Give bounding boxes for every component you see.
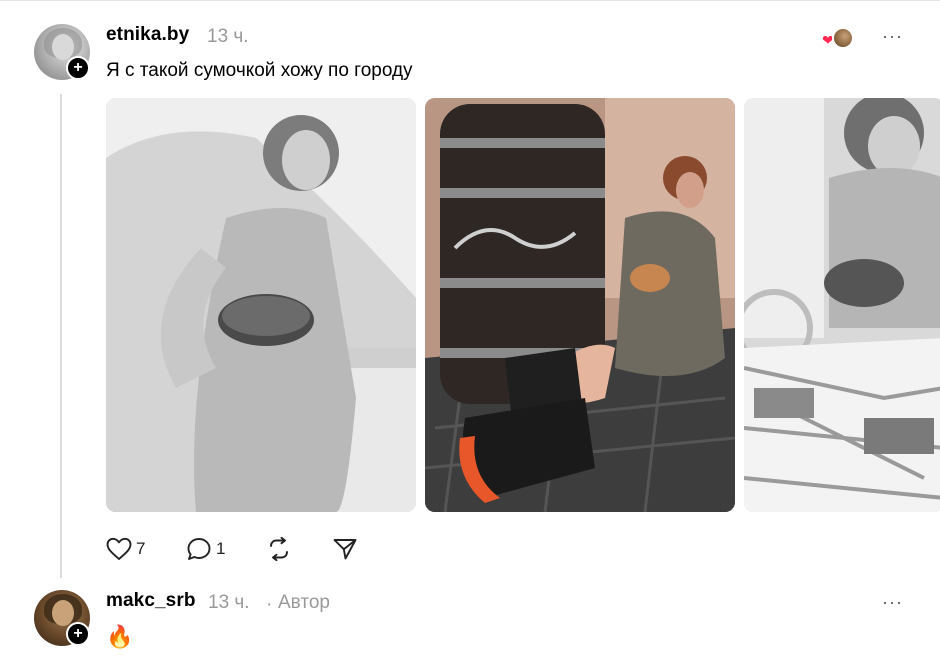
heart-outline-icon: [106, 537, 132, 560]
post-photo-2[interactable]: [425, 98, 735, 512]
repost-icon: [270, 537, 288, 561]
post-photo-3[interactable]: [744, 98, 940, 512]
thread-connector-line: [60, 94, 62, 578]
send-paper-plane-icon: [333, 539, 357, 560]
top-divider: [0, 0, 940, 1]
post-more-options-button[interactable]: ···: [882, 26, 903, 47]
repost-button[interactable]: [266, 536, 292, 562]
follow-plus-icon[interactable]: +: [66, 622, 90, 646]
avatar-face: [52, 600, 74, 626]
photo-barrel-boots: [425, 98, 735, 512]
avatar-face: [52, 34, 74, 60]
share-button[interactable]: [332, 536, 358, 562]
reply-timestamp[interactable]: 13 ч.: [208, 592, 250, 614]
reply-text: 🔥: [106, 624, 134, 649]
photo-woman-newspaper: [744, 98, 940, 512]
reply-count: 1: [216, 539, 226, 558]
comment-bubble-icon: [187, 538, 211, 560]
post-photo-1[interactable]: [106, 98, 416, 512]
liker-avatar: [832, 27, 854, 49]
like-button[interactable]: 7: [106, 536, 145, 562]
post-username[interactable]: etnika.by: [106, 24, 189, 46]
post-caption: Я с такой сумочкой хожу по городу: [106, 60, 413, 81]
post-timestamp[interactable]: 13 ч.: [207, 26, 249, 48]
meta-separator: ·: [266, 594, 273, 615]
reply-button[interactable]: 1: [186, 536, 225, 562]
reply-username[interactable]: makc_srb: [106, 590, 196, 612]
like-count: 7: [136, 539, 146, 558]
author-tag: Автор: [278, 592, 330, 613]
follow-plus-icon[interactable]: +: [66, 56, 90, 80]
likers-preview[interactable]: ❤: [822, 27, 856, 49]
photo-woman-dress-handbag: [106, 98, 416, 512]
reply-more-options-button[interactable]: ···: [882, 592, 903, 613]
